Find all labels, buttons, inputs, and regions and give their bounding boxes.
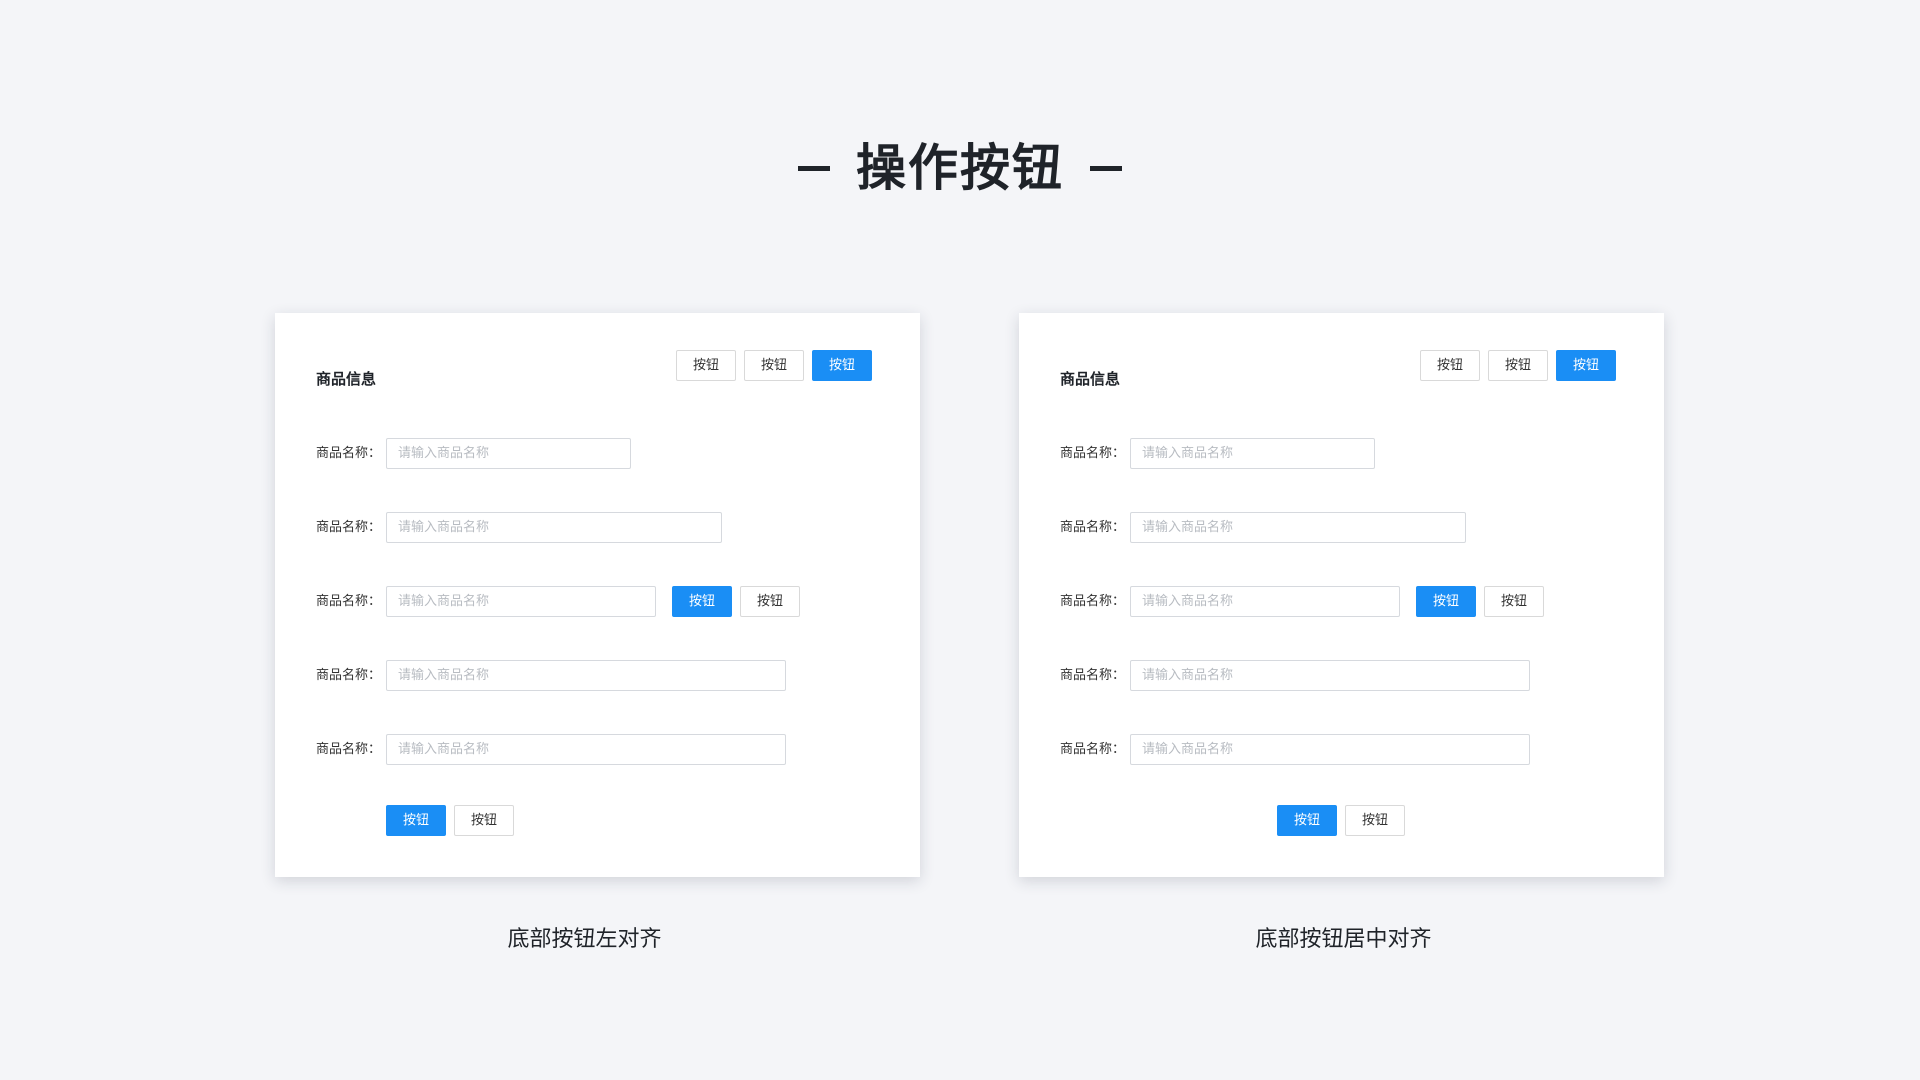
inline-primary-button[interactable]: 按钮 [1416, 586, 1476, 617]
header-primary-button[interactable]: 按钮 [1556, 350, 1616, 381]
field-label-1: 商品名称： [1060, 446, 1126, 461]
field-label-1: 商品名称： [316, 446, 382, 461]
field-label-5: 商品名称： [316, 742, 382, 757]
product-name-input-5[interactable] [1130, 734, 1530, 765]
field-label-4: 商品名称： [316, 668, 382, 683]
product-name-input-4[interactable] [1130, 660, 1530, 691]
product-name-input-2[interactable] [386, 512, 722, 543]
header-button-1[interactable]: 按钮 [1420, 350, 1480, 381]
product-name-input-2[interactable] [1130, 512, 1466, 543]
card-heading: 商品信息 [316, 370, 377, 388]
header-button-1[interactable]: 按钮 [676, 350, 736, 381]
title-left-dash [798, 165, 830, 171]
footer-secondary-button[interactable]: 按钮 [454, 805, 514, 836]
field-label-4: 商品名称： [1060, 668, 1126, 683]
page-title-row: 操作按钮 [0, 138, 1920, 198]
left-aligned-example-card: 商品信息 按钮 按钮 按钮 商品名称： 商品名称： 商品名称： 按钮 按钮 商品… [275, 313, 920, 877]
footer-secondary-button[interactable]: 按钮 [1345, 805, 1405, 836]
product-name-input-3[interactable] [1130, 586, 1400, 617]
product-name-input-3[interactable] [386, 586, 656, 617]
field-label-2: 商品名称： [1060, 520, 1126, 535]
field-label-3: 商品名称： [1060, 594, 1126, 609]
inline-secondary-button[interactable]: 按钮 [1484, 586, 1544, 617]
product-name-input-4[interactable] [386, 660, 786, 691]
card-heading: 商品信息 [1060, 370, 1121, 388]
header-button-2[interactable]: 按钮 [1488, 350, 1548, 381]
header-button-2[interactable]: 按钮 [744, 350, 804, 381]
field-label-5: 商品名称： [1060, 742, 1126, 757]
product-name-input-1[interactable] [1130, 438, 1375, 469]
right-card-caption: 底部按钮居中对齐 [1255, 927, 1432, 952]
left-card-caption: 底部按钮左对齐 [507, 927, 662, 952]
header-primary-button[interactable]: 按钮 [812, 350, 872, 381]
product-name-input-5[interactable] [386, 734, 786, 765]
field-label-3: 商品名称： [316, 594, 382, 609]
footer-primary-button[interactable]: 按钮 [386, 805, 446, 836]
title-right-dash [1090, 165, 1122, 171]
center-aligned-example-card: 商品信息 按钮 按钮 按钮 商品名称： 商品名称： 商品名称： 按钮 按钮 商品… [1019, 313, 1664, 877]
field-label-2: 商品名称： [316, 520, 382, 535]
footer-primary-button[interactable]: 按钮 [1277, 805, 1337, 836]
inline-secondary-button[interactable]: 按钮 [740, 586, 800, 617]
product-name-input-1[interactable] [386, 438, 631, 469]
inline-primary-button[interactable]: 按钮 [672, 586, 732, 617]
page-title: 操作按钮 [856, 139, 1064, 197]
